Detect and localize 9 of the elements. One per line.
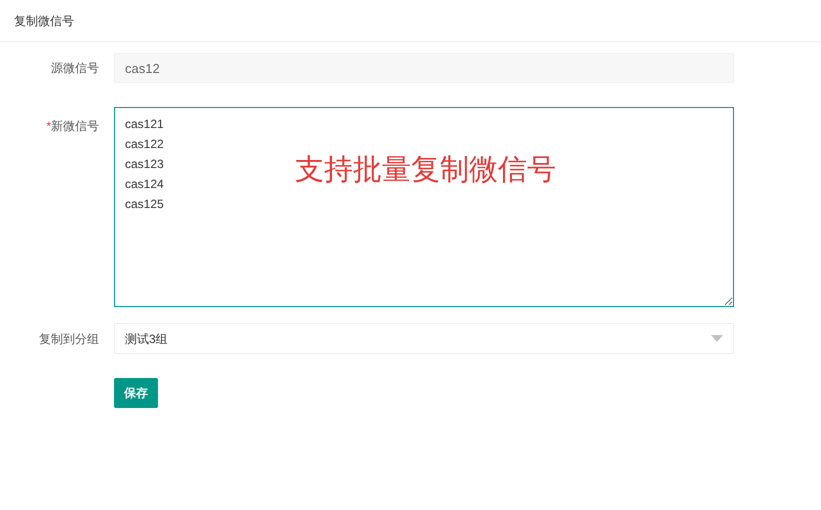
save-button[interactable]: 保存 bbox=[114, 378, 158, 408]
caret-icon bbox=[711, 335, 723, 342]
group-select[interactable]: 测试3组 bbox=[114, 323, 734, 354]
field-label: 复制到分组 bbox=[38, 330, 100, 348]
field-label: *新微信号 bbox=[45, 118, 100, 135]
required-mark: * bbox=[46, 119, 51, 133]
page-title: 复制微信号 bbox=[14, 12, 74, 30]
annotation-text: 支持批量复制微信号 bbox=[295, 153, 556, 188]
field-label: 源微信号 bbox=[50, 60, 100, 77]
